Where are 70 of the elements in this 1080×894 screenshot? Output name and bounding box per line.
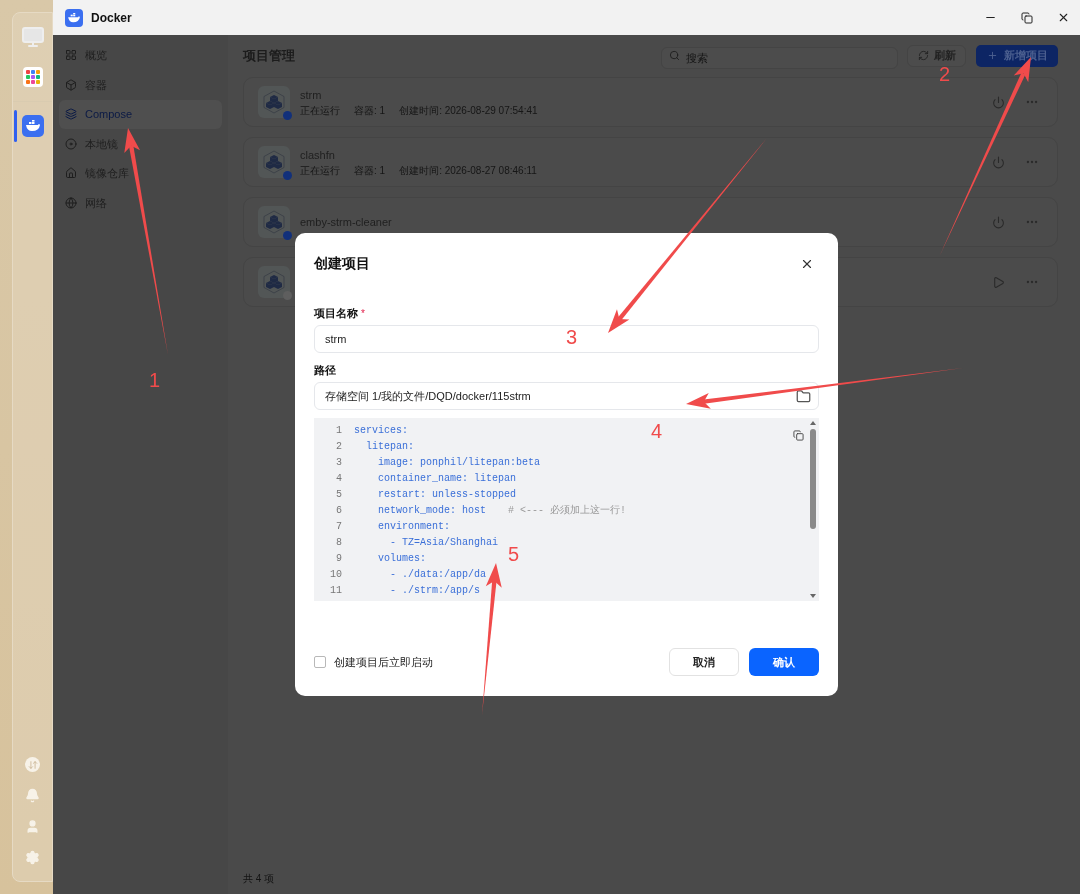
monitor-icon[interactable] (20, 25, 45, 49)
power-icon[interactable] (992, 95, 1005, 109)
checkbox[interactable] (314, 656, 326, 668)
line-number: 5 (335, 488, 342, 502)
line-number: 2 (335, 440, 342, 454)
annotation-number: 5 (508, 542, 520, 566)
folder-icon[interactable] (796, 388, 811, 404)
cancel-button[interactable]: 取消 (669, 648, 739, 676)
window-title: Docker (91, 9, 132, 27)
restore-icon[interactable] (1021, 11, 1033, 24)
refresh-icon (917, 50, 929, 61)
line-number: 3 (335, 456, 342, 470)
code-line: image: ponphil/litepan:beta (377, 456, 541, 470)
sidebar-item[interactable]: Compose (59, 100, 222, 129)
line-number: 7 (335, 520, 342, 534)
field-label: 路径 (314, 363, 337, 378)
code-line: - TZ=Asia/Shanghai (389, 536, 499, 550)
scroll-thumb[interactable] (810, 429, 816, 529)
transfer-icon[interactable] (25, 757, 40, 772)
active-indicator (14, 110, 17, 142)
confirm-button[interactable]: 确认 (749, 648, 819, 676)
search-icon (669, 50, 680, 61)
required-mark: * (361, 306, 365, 321)
globe-icon (65, 196, 77, 209)
cube-icon (65, 78, 77, 91)
code-line: volumes: (377, 552, 426, 566)
code-comment: # <--- 必须加上这一行! (508, 503, 627, 518)
dialog-title: 创建项目 (314, 254, 370, 273)
user-icon[interactable] (25, 819, 40, 834)
power-icon[interactable] (992, 215, 1005, 229)
play-icon[interactable] (992, 275, 1005, 289)
close-icon[interactable] (1057, 11, 1070, 24)
settings-icon[interactable] (25, 850, 40, 865)
code-editor[interactable] (314, 418, 819, 601)
annotation-number: 3 (566, 325, 578, 349)
line-number: 11 (329, 584, 342, 598)
app-grid-icon[interactable] (22, 67, 43, 87)
code-line: litepan: (365, 440, 414, 454)
line-number: 8 (335, 536, 342, 550)
whale-app-icon[interactable] (21, 115, 44, 137)
code-line: container_name: litepan (377, 472, 517, 486)
plus-icon (986, 50, 998, 61)
scrollbar[interactable] (807, 418, 819, 601)
scroll-up-icon[interactable] (810, 421, 816, 425)
add-project-button[interactable]: 新增项目 (976, 44, 1058, 67)
layers-icon (65, 108, 77, 121)
field-label: 项目名称 (314, 305, 358, 321)
whale-app-icon (65, 8, 83, 27)
grid-icon (65, 49, 77, 62)
annotation-number: 4 (651, 419, 663, 443)
disc-icon (65, 137, 77, 150)
code-line: restart: unless-stopped (377, 488, 517, 502)
copy-icon[interactable] (793, 430, 804, 441)
line-number: 10 (329, 568, 342, 582)
code-line: network_mode: host (377, 504, 487, 518)
line-number: 6 (335, 504, 342, 518)
code-line: - ./data:/app/da (389, 568, 487, 582)
checkbox-label: 创建项目后立即启动 (334, 654, 433, 670)
power-icon[interactable] (992, 155, 1005, 169)
annotation-number: 1 (149, 368, 161, 392)
line-number: 1 (335, 424, 342, 438)
code-line: - ./strm:/app/s (389, 584, 481, 598)
bell-icon[interactable] (25, 788, 40, 803)
code-line: services: (354, 424, 408, 438)
line-number: 9 (335, 552, 342, 566)
code-line: environment: (377, 520, 450, 534)
scroll-down-icon[interactable] (810, 594, 816, 598)
line-number: 4 (335, 472, 342, 486)
house-icon (65, 167, 77, 180)
path-input-field[interactable]: 存储空间 1/我的文件/DQD/docker/115strm (314, 382, 819, 410)
